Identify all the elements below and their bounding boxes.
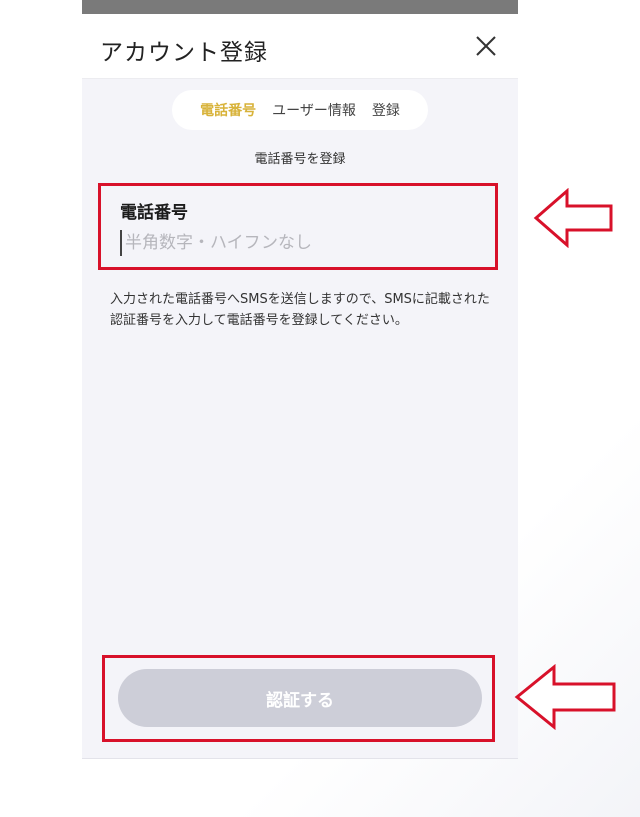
step-indicator: 電話番号 ユーザー情報 登録 xyxy=(172,90,428,130)
left-arrow-icon xyxy=(514,664,616,730)
section-subtitle: 電話番号を登録 xyxy=(254,152,346,167)
step-phone: 電話番号 xyxy=(200,103,257,119)
step-user-info: ユーザー情報 xyxy=(272,103,356,119)
step-register: 登録 xyxy=(371,103,400,119)
verify-button-highlight xyxy=(102,655,495,742)
close-icon[interactable] xyxy=(472,32,500,60)
status-bar xyxy=(82,0,518,14)
sms-notice: 入力された電話番号へSMSを送信しますので、SMSに記載された認証番号を入力して… xyxy=(110,292,490,328)
header: アカウント登録 xyxy=(82,14,518,79)
phone-field-highlight xyxy=(98,183,498,270)
page-title: アカウント登録 xyxy=(100,40,268,66)
app-screen: アカウント登録 電話番号 ユーザー情報 登録 電話番号を登録 電話番号 入力され… xyxy=(82,0,518,759)
left-arrow-icon xyxy=(533,188,613,248)
